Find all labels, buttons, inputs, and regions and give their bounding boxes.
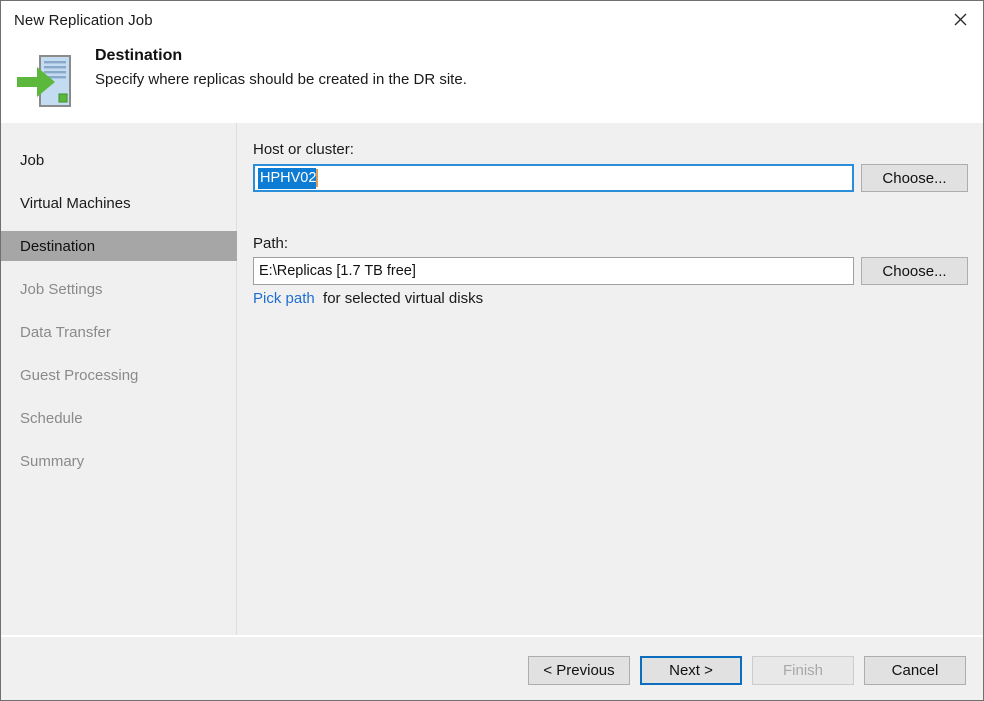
host-or-cluster-input[interactable]: HPHV02 <box>253 164 854 192</box>
next-button[interactable]: Next > <box>640 656 742 685</box>
dialog-body: Job Virtual Machines Destination Job Set… <box>1 123 983 635</box>
sidebar-item-label: Summary <box>20 452 85 470</box>
sidebar-item-job[interactable]: Job <box>1 145 237 175</box>
sidebar-item-label: Destination <box>20 237 96 255</box>
new-replication-job-dialog: New Replication Job Destination Specify … <box>0 0 984 701</box>
replication-destination-server-icon <box>13 47 81 115</box>
text-caret <box>316 169 319 187</box>
sidebar-item-label: Data Transfer <box>20 323 111 341</box>
pick-path-hint: Pick path for selected virtual disks <box>253 290 483 307</box>
wizard-step-sidebar: Job Virtual Machines Destination Job Set… <box>1 123 237 635</box>
previous-button[interactable]: < Previous <box>528 656 630 685</box>
page-subtitle: Specify where replicas should be created… <box>95 71 467 88</box>
close-button[interactable] <box>937 1 983 37</box>
sidebar-item-label: Virtual Machines <box>20 194 131 212</box>
sidebar-item-virtual-machines[interactable]: Virtual Machines <box>1 188 237 218</box>
dialog-footer: < Previous Next > Finish Cancel <box>1 636 983 700</box>
sidebar-item-label: Job <box>20 151 45 169</box>
pick-path-hint-text: for selected virtual disks <box>323 290 484 307</box>
destination-form-pane: Host or cluster: HPHV02 Choose... Path: … <box>238 123 983 635</box>
window-title: New Replication Job <box>14 12 153 29</box>
host-choose-button[interactable]: Choose... <box>861 164 968 192</box>
close-icon <box>954 13 967 26</box>
sidebar-item-schedule[interactable]: Schedule <box>1 403 237 433</box>
title-bar: New Replication Job <box>1 1 983 41</box>
host-or-cluster-label: Host or cluster: <box>253 141 354 158</box>
path-label: Path: <box>253 235 289 252</box>
host-or-cluster-value: HPHV02 <box>258 167 317 189</box>
sidebar-item-data-transfer[interactable]: Data Transfer <box>1 317 237 347</box>
page-title: Destination <box>95 47 183 64</box>
path-input[interactable]: E:\Replicas [1.7 TB free] <box>253 257 854 285</box>
sidebar-item-job-settings[interactable]: Job Settings <box>1 274 237 304</box>
path-choose-button[interactable]: Choose... <box>861 257 968 285</box>
path-value: E:\Replicas [1.7 TB free] <box>259 263 416 279</box>
cancel-button[interactable]: Cancel <box>864 656 966 685</box>
sidebar-item-label: Schedule <box>20 409 83 427</box>
sidebar-item-guest-processing[interactable]: Guest Processing <box>1 360 237 390</box>
sidebar-item-label: Job Settings <box>20 280 103 298</box>
sidebar-item-label: Guest Processing <box>20 366 139 384</box>
sidebar-item-destination[interactable]: Destination <box>1 231 237 261</box>
dialog-header: Destination Specify where replicas shoul… <box>1 41 983 123</box>
sidebar-item-summary[interactable]: Summary <box>1 446 237 476</box>
pick-path-link[interactable]: Pick path <box>253 290 315 307</box>
finish-button: Finish <box>752 656 854 685</box>
